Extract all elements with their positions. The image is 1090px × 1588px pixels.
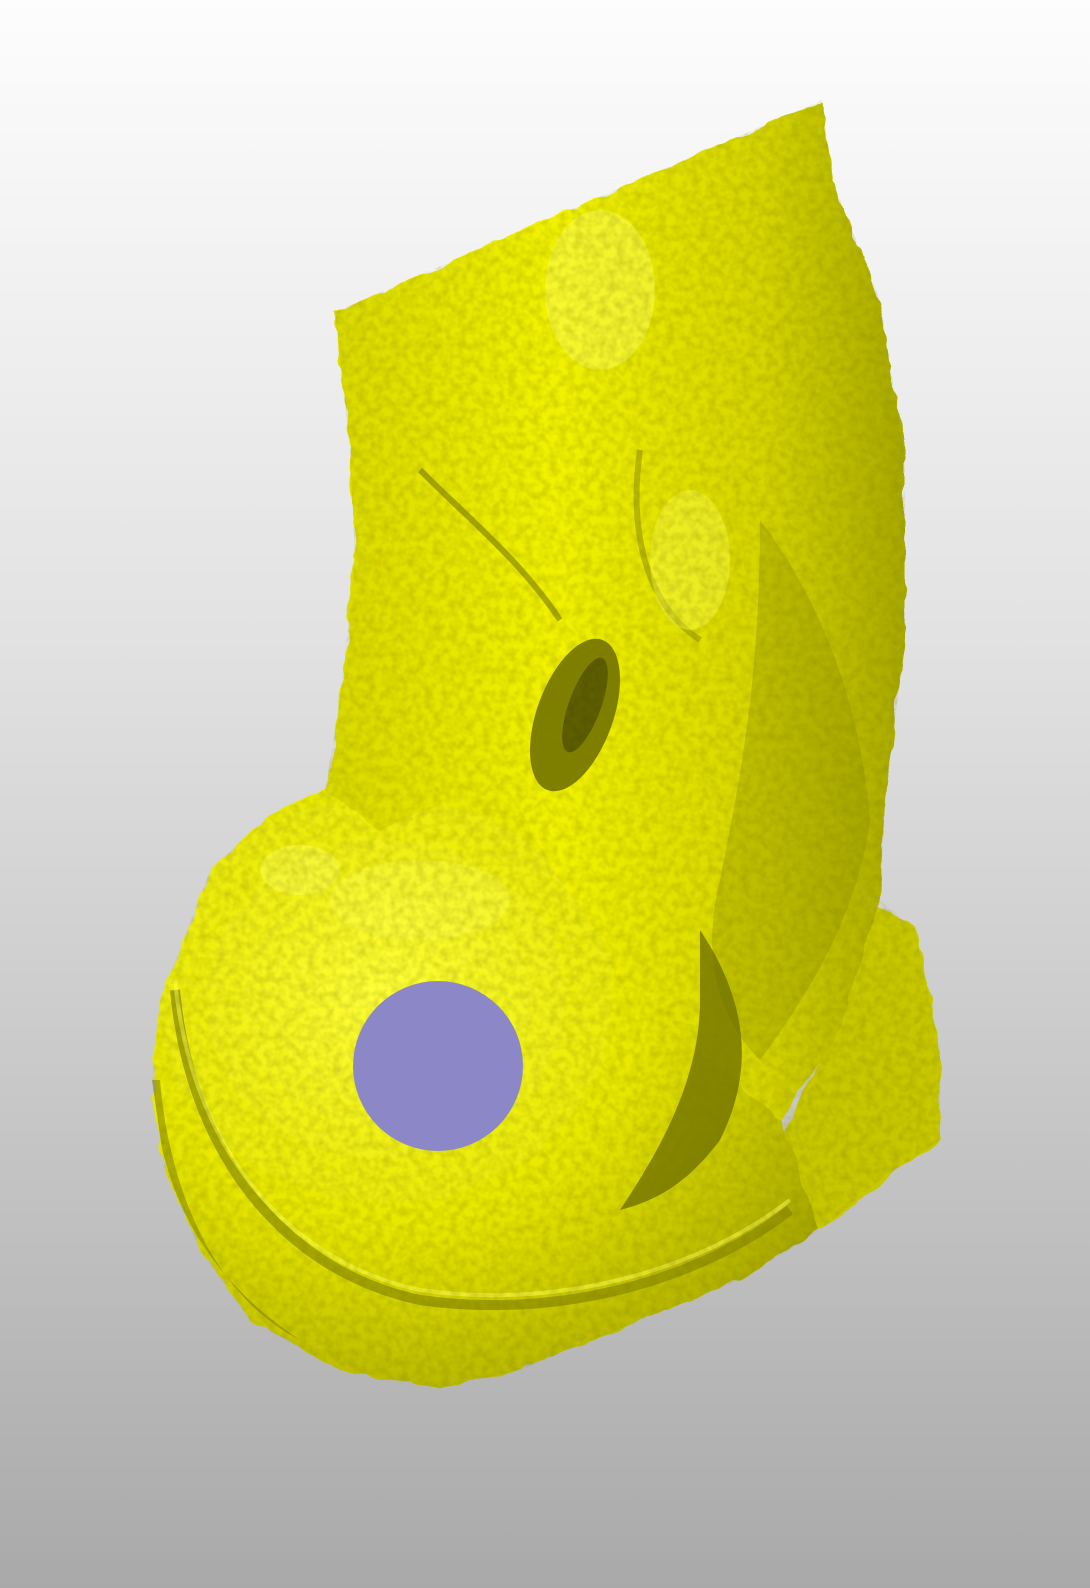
marker-point[interactable]: [353, 981, 523, 1151]
3d-viewport[interactable]: [0, 0, 1090, 1588]
scene-canvas[interactable]: [0, 0, 1090, 1588]
surface-shading: [152, 100, 940, 1388]
